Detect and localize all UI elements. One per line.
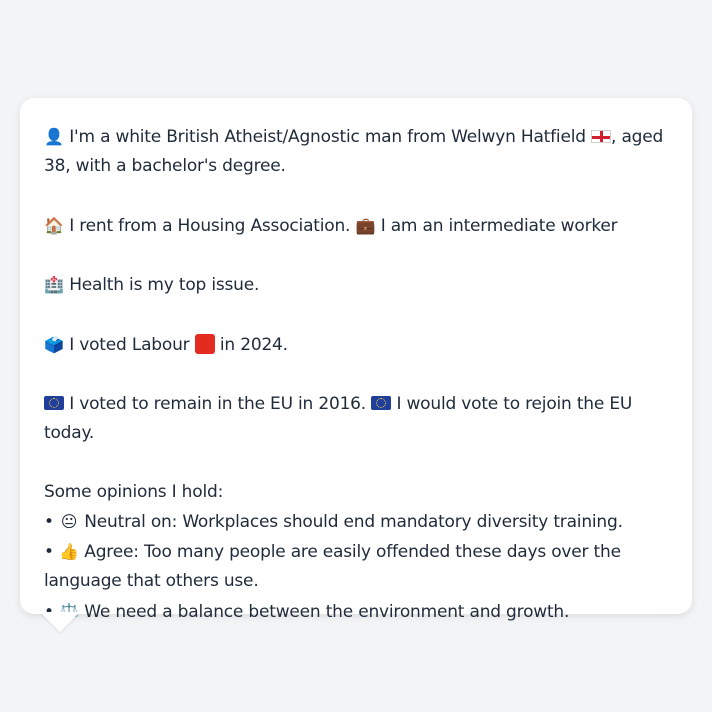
persona-eu-vote: I voted to remain in the EU in 2016. I w… bbox=[44, 390, 668, 449]
hospital-icon: 🏥 bbox=[44, 275, 64, 295]
speech-bubble-tail bbox=[40, 612, 80, 632]
work-text: I am an intermediate worker bbox=[380, 215, 618, 236]
eu-flag-icon bbox=[371, 395, 392, 410]
briefcase-icon: 💼 bbox=[355, 215, 376, 235]
housing-text: I rent from a Housing Association. bbox=[69, 215, 351, 236]
opinion-item: • 👍 Agree: Too many people are easily of… bbox=[44, 537, 668, 597]
persona-identity: 👤 I'm a white British Atheist/Agnostic m… bbox=[44, 122, 668, 182]
identity-text: I'm a white British Atheist/Agnostic man… bbox=[69, 127, 586, 147]
eu-2016-text: I voted to remain in the EU in 2016. bbox=[69, 393, 367, 414]
opinion-item: • ⚖️ We need a balance between the envir… bbox=[44, 597, 668, 627]
opinion-text: We need a balance between the environmen… bbox=[84, 601, 570, 622]
persona-housing-work: 🏠 I rent from a Housing Association. 💼 I… bbox=[44, 211, 668, 241]
top-issue-text: Health is my top issue. bbox=[69, 275, 260, 296]
vote-text-cont: in 2024. bbox=[219, 335, 288, 356]
persona-card: 👤 I'm a white British Atheist/Agnostic m… bbox=[20, 98, 692, 622]
opinion-text: Agree: Too many people are easily offend… bbox=[44, 542, 621, 592]
red-square-icon bbox=[194, 334, 215, 355]
ballot-box-icon: 🗳️ bbox=[44, 335, 64, 355]
bullet: • bbox=[44, 542, 54, 563]
neutral-face-icon: 😐 bbox=[60, 511, 78, 531]
persona-vote-2024: 🗳️ I voted Labour in 2024. bbox=[44, 330, 668, 360]
england-flag-icon bbox=[591, 130, 612, 143]
bullet: • bbox=[44, 511, 54, 532]
persona-top-issue: 🏥 Health is my top issue. bbox=[44, 270, 668, 300]
opinions-heading: Some opinions I hold: bbox=[44, 481, 224, 502]
opinion-item: • 😐 Neutral on: Workplaces should end ma… bbox=[44, 507, 668, 537]
eu-flag-icon bbox=[44, 395, 64, 410]
house-icon: 🏠 bbox=[44, 215, 64, 235]
person-icon: 👤 bbox=[44, 127, 64, 146]
thumbs-up-icon: 👍 bbox=[59, 542, 79, 562]
opinion-text: Neutral on: Workplaces should end mandat… bbox=[84, 511, 623, 532]
vote-text: I voted Labour bbox=[69, 335, 190, 356]
